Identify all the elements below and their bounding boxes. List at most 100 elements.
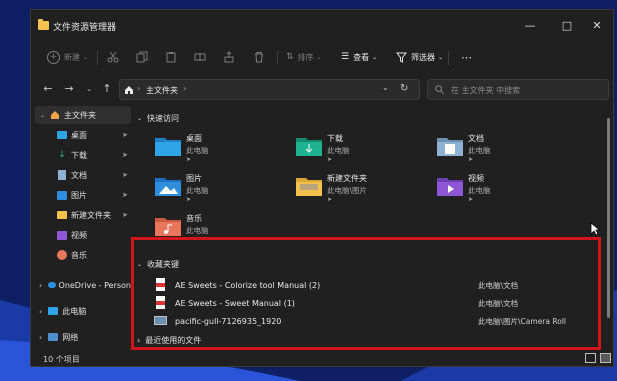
address-bar[interactable]: › 主文件夹 › ⌄ ↻ xyxy=(119,79,420,100)
window-title: 文件资源管理器 xyxy=(53,23,117,33)
home-icon xyxy=(51,111,60,119)
search-box[interactable]: 在 主文件夹 中搜索 xyxy=(427,79,609,100)
breadcrumb-home[interactable]: 主文件夹 xyxy=(146,85,178,96)
refresh-icon[interactable]: ↻ xyxy=(400,83,408,94)
clipboard-icon xyxy=(166,52,176,63)
document-icon xyxy=(58,170,66,180)
scissors-icon xyxy=(107,51,119,63)
view-button[interactable]: ☰ 查看 ⌄ xyxy=(341,48,377,66)
quick-access-tile-new-folder[interactable]: 新建文件夹 此电脑\图片 ➤ xyxy=(296,170,436,210)
quick-access-tile-desktop[interactable]: 桌面 此电脑 ➤ xyxy=(155,130,295,170)
chevron-down-icon: ⌄ xyxy=(316,53,322,61)
sidebar-item-new-folder[interactable]: 新建文件夹 xyxy=(57,206,111,224)
picture-icon xyxy=(57,190,67,200)
recent-locations-chevron-icon[interactable]: ⌄ xyxy=(82,82,96,96)
tile-name: 视频 xyxy=(468,174,484,183)
close-button[interactable]: ✕ xyxy=(579,16,613,36)
toolbar-separator xyxy=(277,51,278,65)
quick-access-tile-pictures[interactable]: 图片 此电脑 ➤ xyxy=(155,170,295,210)
view-icon: ☰ xyxy=(341,52,350,62)
tile-name: 文档 xyxy=(468,134,484,143)
new-label: 新建 xyxy=(64,52,80,62)
delete-button[interactable] xyxy=(253,48,265,66)
tile-name: 图片 xyxy=(186,174,202,183)
filter-button[interactable]: 筛选器 ⌄ xyxy=(396,48,443,66)
command-bar: + 新建 ⌄ ⇅ 排序 ⌄ ☰ 查看 ⌄ 筛选器 ⌄ ⋯ xyxy=(31,40,613,74)
sidebar-item-music[interactable]: 音乐 xyxy=(57,246,87,264)
sidebar-item-label: 下载 xyxy=(71,150,87,160)
sidebar-item-label: 此电脑 xyxy=(62,306,87,316)
cloud-icon xyxy=(48,282,56,288)
sidebar-item-downloads[interactable]: ↓ 下载 xyxy=(57,146,87,164)
address-dropdown-icon[interactable]: ⌄ xyxy=(382,83,389,92)
chevron-down-icon: ⌄ xyxy=(372,53,378,61)
minimize-button[interactable]: — xyxy=(512,16,548,36)
filter-label: 筛选器 xyxy=(411,52,435,62)
sidebar-item-label: 新建文件夹 xyxy=(71,210,111,220)
quick-access-tile-videos[interactable]: 视频 此电脑 ➤ xyxy=(437,170,577,210)
folder-icon xyxy=(296,174,322,196)
pin-icon: ➤ xyxy=(122,171,128,179)
network-icon xyxy=(48,333,59,341)
video-icon xyxy=(57,230,67,240)
chevron-down-icon: ⌄ xyxy=(137,115,143,122)
section-title: 快速访问 xyxy=(147,114,180,123)
rename-button[interactable] xyxy=(194,48,206,66)
navigation-pane: ⌄ 主文件夹 桌面 ➤ ↓ 下载 ➤ 文档 ➤ 图片 ➤ 新建文件夹 ➤ 视频 … xyxy=(31,106,131,346)
quick-access-tile-documents[interactable]: 文档 此电脑 ➤ xyxy=(437,130,577,170)
pin-icon: ➤ xyxy=(122,191,128,199)
sort-button[interactable]: ⇅ 排序 ⌄ xyxy=(286,48,322,66)
chevron-right-icon: › xyxy=(39,306,43,316)
sidebar-item-this-pc[interactable]: › 此电脑 xyxy=(39,302,86,320)
sidebar-item-label: 视频 xyxy=(71,230,87,240)
filter-icon xyxy=(396,52,407,63)
sidebar-item-videos[interactable]: 视频 xyxy=(57,226,87,244)
title-bar: 文件资源管理器 — □ ✕ xyxy=(31,10,613,40)
pin-icon: ➤ xyxy=(327,196,333,203)
new-button[interactable]: + 新建 ⌄ xyxy=(47,48,88,66)
sidebar-item-home[interactable]: ⌄ 主文件夹 xyxy=(31,106,131,124)
sidebar-item-label: 音乐 xyxy=(71,250,87,260)
sidebar-item-network[interactable]: › 网络 xyxy=(39,328,78,346)
back-arrow-icon[interactable]: ← xyxy=(41,82,55,96)
share-button[interactable] xyxy=(223,48,235,66)
pin-icon: ➤ xyxy=(122,151,128,159)
folder-icon xyxy=(57,211,67,219)
tile-location: 此电脑 xyxy=(468,146,491,155)
sidebar-item-label: 网络 xyxy=(62,332,79,342)
details-view-icon[interactable] xyxy=(585,353,596,363)
tile-location: 此电脑 xyxy=(186,226,209,235)
tile-location: 此电脑 xyxy=(468,186,491,195)
forward-arrow-icon[interactable]: → xyxy=(62,82,76,96)
quick-access-tile-downloads[interactable]: 下载 此电脑 ➤ xyxy=(296,130,436,170)
tiles-view-icon[interactable] xyxy=(600,353,611,363)
sidebar-item-desktop[interactable]: 桌面 xyxy=(57,126,87,144)
share-icon xyxy=(224,51,234,63)
tile-name: 下载 xyxy=(327,134,343,143)
more-options-button[interactable]: ⋯ xyxy=(461,48,472,66)
sidebar-item-label: 图片 xyxy=(71,190,87,200)
file-explorer-icon xyxy=(38,19,49,30)
desktop-icon xyxy=(57,131,67,139)
breadcrumb-chevron-icon[interactable]: › xyxy=(183,84,186,93)
tile-name: 音乐 xyxy=(186,214,202,223)
pin-icon: ➤ xyxy=(122,211,128,219)
paste-button[interactable] xyxy=(165,48,177,66)
tile-location: 此电脑 xyxy=(186,186,209,195)
item-count: 10 个项目 xyxy=(43,355,80,364)
breadcrumb-separator-icon: › xyxy=(137,84,141,93)
vertical-scrollbar[interactable] xyxy=(607,118,610,318)
cut-button[interactable] xyxy=(107,48,119,66)
toolbar-separator xyxy=(97,51,98,65)
pin-icon: ➤ xyxy=(122,131,128,139)
sidebar-item-documents[interactable]: 文档 xyxy=(57,166,87,184)
sidebar-item-pictures[interactable]: 图片 xyxy=(57,186,87,204)
document-folder-icon xyxy=(437,134,463,156)
copy-button[interactable] xyxy=(136,48,148,66)
search-icon xyxy=(435,85,444,94)
plus-circle-icon: + xyxy=(47,50,60,64)
up-arrow-icon[interactable]: ↑ xyxy=(100,82,114,96)
quick-access-header[interactable]: ⌄ 快速访问 xyxy=(137,113,179,124)
sidebar-item-onedrive[interactable]: › OneDrive - Person xyxy=(39,276,131,294)
chevron-down-icon: ⌄ xyxy=(40,111,46,119)
